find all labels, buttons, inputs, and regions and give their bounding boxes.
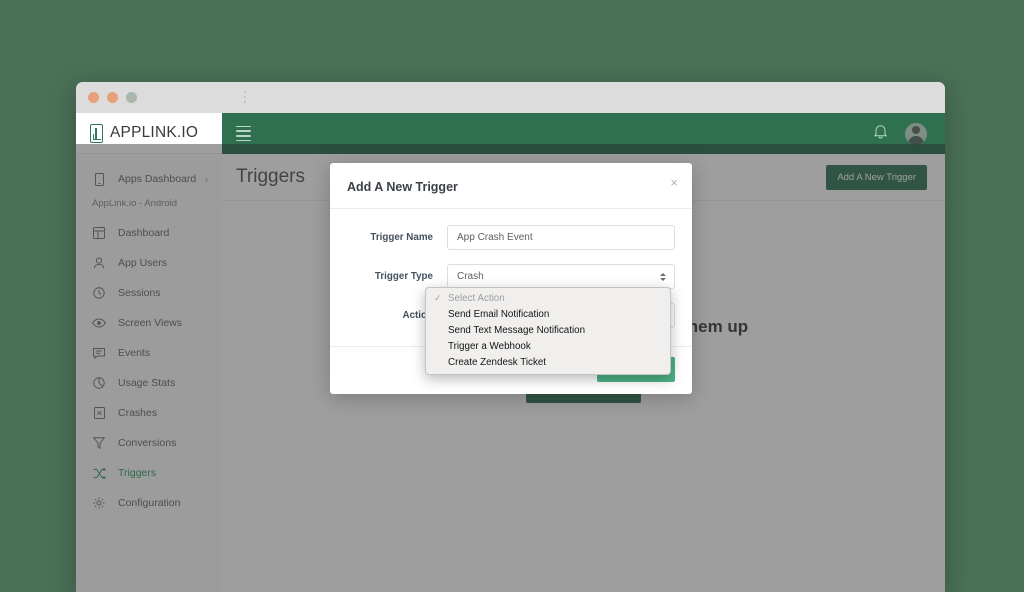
app-shell: APPLINK.IO Apps Dashboard › AppLink.io -… (76, 113, 945, 592)
bell-icon[interactable] (873, 124, 888, 144)
titlebar-menu-icon[interactable]: · · · (243, 87, 247, 108)
window-titlebar: · · · (76, 82, 945, 113)
trigger-name-row: Trigger Name App Crash Event (347, 225, 675, 250)
dropdown-option[interactable]: ✓ Select Action (426, 291, 670, 307)
dropdown-option-label: Trigger a Webhook (448, 341, 531, 352)
window-maximize-button[interactable] (126, 92, 137, 103)
action-dropdown-list[interactable]: ✓ Select Action Send Email Notification … (425, 287, 671, 375)
avatar[interactable] (905, 122, 927, 145)
select-stepper-icon (660, 272, 666, 281)
add-trigger-modal: Add A New Trigger × Trigger Name App Cra… (330, 163, 692, 394)
application-window: · · · APPLINK.IO Apps Dashboard › AppLin… (76, 82, 945, 592)
trigger-type-row: Trigger Type Crash (347, 264, 675, 289)
dropdown-option[interactable]: Send Email Notification (426, 307, 670, 323)
dropdown-option[interactable]: Trigger a Webhook (426, 339, 670, 355)
dropdown-option-label: Send Email Notification (448, 309, 550, 320)
dropdown-option-label: Create Zendesk Ticket (448, 357, 547, 368)
trigger-type-value: Crash (457, 271, 484, 282)
modal-header: Add A New Trigger × (330, 163, 692, 209)
dropdown-option-label: Select Action (448, 293, 505, 304)
trigger-type-label: Trigger Type (374, 271, 433, 282)
trigger-type-select[interactable]: Crash (447, 264, 675, 289)
trigger-name-label: Trigger Name (370, 232, 433, 243)
check-icon: ✓ (434, 293, 442, 303)
logo-text: APPLINK.IO (110, 124, 199, 141)
menu-icon[interactable] (236, 125, 251, 142)
dropdown-option[interactable]: Create Zendesk Ticket (426, 355, 670, 371)
dropdown-option[interactable]: Send Text Message Notification (426, 323, 670, 339)
dropdown-option-label: Send Text Message Notification (448, 325, 586, 336)
window-minimize-button[interactable] (107, 92, 118, 103)
modal-title: Add A New Trigger (347, 180, 458, 194)
applink-logo-icon (90, 123, 103, 143)
trigger-name-input[interactable]: App Crash Event (447, 225, 675, 250)
close-icon[interactable]: × (670, 176, 678, 189)
window-close-button[interactable] (88, 92, 99, 103)
